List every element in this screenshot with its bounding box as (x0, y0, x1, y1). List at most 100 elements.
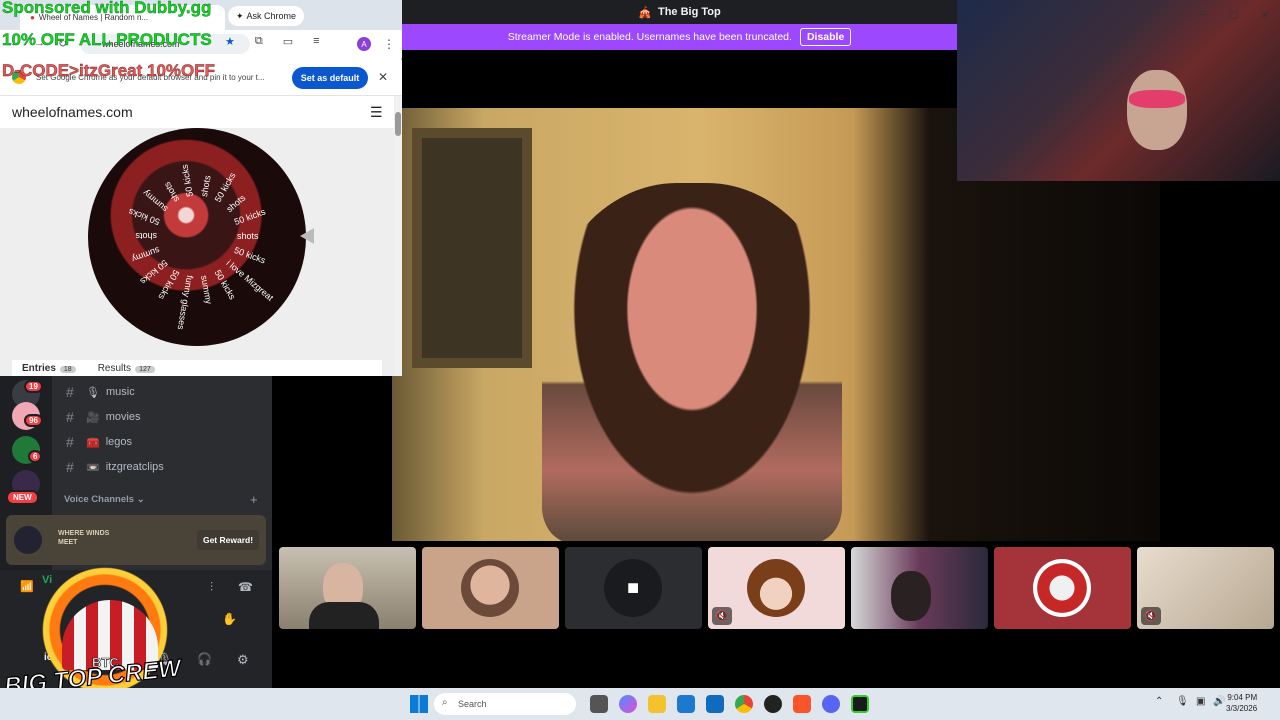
game-logo-icon (14, 526, 42, 554)
background-window (412, 128, 532, 368)
muted-mic-icon: 🔇 (712, 607, 732, 625)
taskbar-clock[interactable]: 9:04 PM 3/3/2026 (1226, 692, 1257, 714)
hash-icon: # (66, 384, 74, 400)
discord-title-bar: 🎪 The Big Top (402, 0, 957, 24)
scrollbar-thumb[interactable] (395, 112, 401, 136)
channel-legos[interactable]: # 🧰 legos (66, 434, 132, 450)
channel-music[interactable]: # 🎙 music (66, 384, 135, 400)
tray-network-icon[interactable]: ▣ (1196, 696, 1205, 707)
hash-icon: # (66, 409, 74, 425)
task-view-icon[interactable] (590, 695, 608, 713)
activity-icon[interactable]: ✋ (222, 612, 237, 626)
promo-line-2: 10% OFF ALL PRODUCTS (2, 30, 212, 49)
site-header: wheelofnames.com (0, 96, 394, 128)
page-scrollbar[interactable] (394, 96, 402, 376)
clock-time: 9:04 PM (1227, 693, 1258, 702)
wheel-segment-label: shots (199, 174, 213, 198)
wheel-segment-label: shots (135, 231, 157, 241)
media-icon[interactable]: ≡ (313, 35, 319, 48)
participant-tile-5[interactable] (851, 547, 988, 629)
hamburger-menu-icon[interactable]: ☰ (370, 104, 383, 121)
tray-mic-icon[interactable]: 🎙 (1176, 696, 1189, 707)
entries-tab[interactable]: Entries 18 (22, 363, 76, 374)
name-wheel[interactable]: shots 50 kicks i love Mizgreat 50 kicks summ… (88, 128, 306, 346)
tray-volume-icon[interactable]: 🔊 (1213, 696, 1225, 707)
set-as-default-button[interactable]: Set as default (292, 67, 368, 89)
add-channel-icon[interactable]: + (250, 492, 258, 507)
infobar-close-icon[interactable]: ✕ (378, 70, 388, 84)
channel-title: The Big Top (657, 6, 721, 18)
taskbar-search[interactable]: ⌕ Search (434, 693, 576, 715)
copilot-icon[interactable] (619, 695, 637, 713)
channel-itzgreatclips[interactable]: # 📼 itzgreatclips (66, 459, 164, 475)
disable-streamer-mode-button[interactable]: Disable (799, 28, 852, 46)
discord-icon[interactable] (822, 695, 840, 713)
promo-line-1: Sponsored with Dubby.gg (2, 0, 212, 17)
ask-chrome-button[interactable]: ✦ Ask Chrome (228, 6, 305, 26)
profile-avatar[interactable]: A (357, 37, 371, 51)
server-badge: 96 (24, 414, 43, 427)
participant-tile-7[interactable]: 🔇 (1137, 547, 1274, 629)
windows-taskbar (0, 688, 1280, 720)
participant-tile-3[interactable]: ■ (565, 547, 702, 629)
wheel-segment-label: summy (130, 244, 162, 265)
tab-search-icon[interactable]: ▭ (283, 35, 293, 48)
wheel-segment-label: shots (161, 180, 182, 204)
server-badge: 19 (24, 380, 43, 393)
close-icon[interactable]: ✕ (1249, 0, 1280, 30)
maximize-icon[interactable]: ☐ (1218, 0, 1249, 30)
wheel-segment-label: 50 kicks (232, 244, 267, 266)
channel-emoji: 🎙 (86, 386, 100, 399)
clock-date: 3/3/2026 (1226, 704, 1258, 713)
bookmark-star-icon[interactable]: ★ (225, 35, 235, 48)
settings-gear-icon[interactable]: ⚙ (237, 652, 249, 668)
promo-line-3: D-CODE>itzGreat 10%OFF (2, 61, 216, 80)
search-placeholder: Search (458, 699, 487, 709)
participant-tile-2[interactable] (422, 547, 559, 629)
store-icon[interactable] (677, 695, 695, 713)
chevron-down-icon: ⌄ (136, 494, 145, 505)
toolbar-icons: ★ ⧉ ▭ ≡ (225, 35, 320, 48)
participant-silhouette (891, 571, 931, 621)
soundboard-icon[interactable]: ⫶ (210, 580, 213, 595)
minimize-icon[interactable]: ─ (1187, 0, 1218, 30)
wheel-segment-label: shots (237, 231, 259, 241)
participant-avatar (461, 559, 519, 617)
search-icon: ⌕ (442, 697, 448, 708)
brave-icon[interactable] (793, 695, 811, 713)
tray-chevron-icon[interactable]: ⌃ (1155, 696, 1163, 707)
channel-movies[interactable]: # 🎥 movies (66, 409, 141, 425)
muted-mic-icon: 🔇 (1141, 607, 1161, 625)
nvidia-icon[interactable] (851, 695, 869, 713)
voice-channels-header[interactable]: Voice Channels ⌄ (64, 494, 145, 505)
participant-shirt (309, 602, 379, 629)
new-badge: NEW (6, 490, 39, 505)
channel-name: itzgreatclips (105, 461, 164, 473)
results-tab[interactable]: Results 127 (98, 363, 155, 374)
video-camera-icon: ■ (604, 559, 662, 617)
beaver-avatar (1033, 559, 1091, 617)
participant-tile-4[interactable]: 🔇 (708, 547, 845, 629)
chrome-menu-icon[interactable]: ⋮ (383, 37, 395, 51)
heart-glasses (1129, 90, 1185, 108)
participant-person (542, 183, 842, 541)
wheel-pointer-icon (300, 228, 314, 244)
wheel-segment-label: 50 kicks (179, 163, 195, 198)
entries-tabs: Entries 18 Results 127 (12, 360, 382, 376)
site-name[interactable]: wheelofnames.com (12, 104, 133, 120)
chrome-icon[interactable] (735, 695, 753, 713)
channel-emoji: 🎥 (86, 411, 100, 424)
participant-tile-1[interactable] (279, 547, 416, 629)
get-reward-button[interactable]: Get Reward! (197, 530, 259, 550)
file-explorer-icon[interactable] (648, 695, 666, 713)
outlook-icon[interactable] (706, 695, 724, 713)
participant-tile-6[interactable] (994, 547, 1131, 629)
github-icon[interactable] (764, 695, 782, 713)
headphones-icon[interactable]: 🎧 (197, 652, 212, 666)
disconnect-icon[interactable]: ☎ (238, 580, 253, 594)
hash-icon: # (66, 459, 74, 475)
extensions-icon[interactable]: ⧉ (255, 35, 263, 48)
windows-start-icon[interactable] (410, 695, 428, 713)
wheel-segment-label: funny glasses (175, 274, 195, 331)
sparkle-icon: ✦ (236, 10, 244, 21)
